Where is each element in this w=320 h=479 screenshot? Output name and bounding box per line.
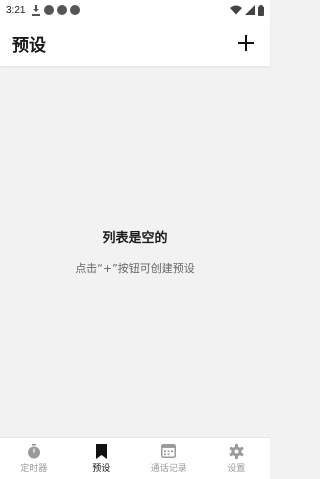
nav-item-settings[interactable]: 设置 [203, 438, 271, 479]
nav-label-presets: 预设 [92, 464, 111, 474]
bookmark-icon [93, 443, 109, 459]
call-log-icon [161, 443, 177, 459]
empty-state: 列表是空的 点击“+”按钮可创建预设 [0, 66, 270, 437]
empty-state-hint: 点击“+”按钮可创建预设 [75, 262, 195, 275]
notification-dot-icon [70, 5, 81, 15]
status-time: 3:21 [6, 4, 26, 16]
bottom-navigation: 定时器 预设 通话记录 设置 [0, 437, 270, 479]
nav-label-settings: 设置 [227, 464, 246, 474]
add-preset-button[interactable] [234, 31, 258, 55]
wifi-icon [230, 5, 242, 15]
nav-item-call-log[interactable]: 通话记录 [135, 438, 203, 479]
page-title: 预设 [12, 35, 46, 56]
nav-label-call-log: 通话记录 [150, 464, 187, 474]
download-icon [31, 4, 41, 16]
status-bar: 3:21 [0, 0, 270, 20]
nav-item-timer[interactable]: 定时器 [0, 438, 68, 479]
notification-dot-icon [57, 5, 68, 15]
status-system-icons [230, 4, 264, 16]
stopwatch-icon [26, 443, 42, 459]
nav-item-presets[interactable]: 预设 [68, 438, 136, 479]
plus-icon [238, 35, 254, 51]
nav-label-timer: 定时器 [20, 464, 48, 474]
app-bar: 预设 [0, 20, 270, 66]
status-notification-icons [31, 4, 81, 16]
notification-dot-icon [44, 5, 55, 15]
battery-icon [258, 4, 264, 16]
empty-state-title: 列表是空的 [102, 231, 168, 246]
gear-icon [228, 443, 244, 459]
signal-icon [245, 5, 255, 15]
